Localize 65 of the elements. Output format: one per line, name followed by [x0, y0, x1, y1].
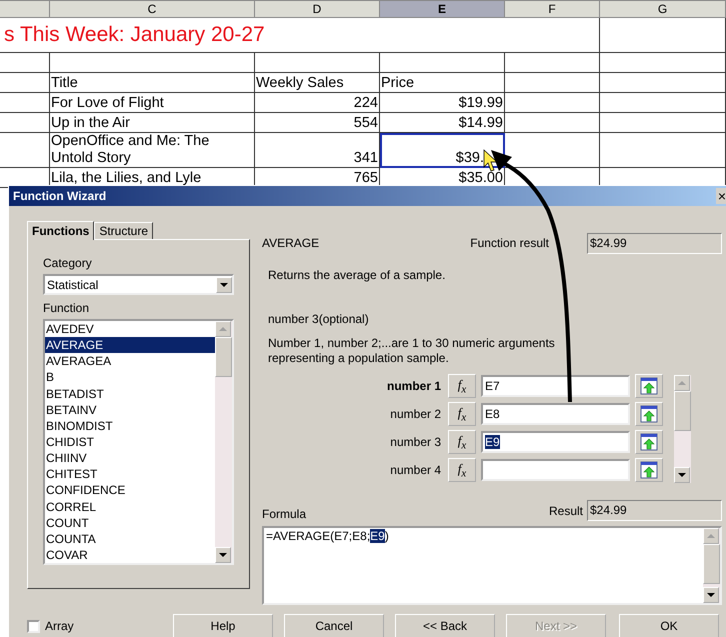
column-header[interactable]: C — [50, 0, 255, 18]
table-cell: For Love of Flight — [50, 93, 255, 113]
list-item[interactable]: CORREL — [45, 498, 215, 515]
window-title: Function Wizard — [13, 189, 106, 203]
tab[interactable]: Functions — [27, 221, 94, 240]
table-cell: OpenOffice and Me: The Untold Story — [50, 133, 255, 168]
table-cell[interactable]: Price — [380, 73, 505, 93]
list-item[interactable]: AVEDEV — [45, 321, 215, 338]
field-label: Result — [548, 504, 583, 518]
result-field: $24.99 — [587, 232, 722, 254]
list-item[interactable]: CONFIDENCE — [45, 482, 215, 499]
dialog-button[interactable]: << Back — [395, 614, 495, 637]
input-field[interactable]: E7 — [481, 375, 630, 397]
close-button[interactable]: × — [716, 188, 726, 204]
sheet-title: s This Week: January 20-27 — [4, 23, 265, 47]
column-header[interactable]: D — [255, 0, 380, 18]
list-item[interactable]: BETAINV — [45, 402, 215, 418]
list-item[interactable]: B — [45, 369, 215, 386]
column-header[interactable]: F — [505, 0, 600, 18]
tab[interactable]: Structure — [94, 222, 154, 239]
list-item[interactable]: COVAR — [45, 546, 215, 564]
function-button[interactable]: f$_{x}$ — [448, 374, 476, 398]
argument-label: number 1 — [386, 379, 442, 393]
list-item[interactable]: BINOMDIST — [45, 418, 215, 434]
function-button[interactable]: f$_{x}$ — [448, 458, 476, 482]
description-text: Number 1, number 2;...are 1 to 30 numeric arguments representing a population sample. — [268, 336, 556, 366]
table-cell: 554 — [255, 113, 380, 133]
list-item[interactable]: BETADIST — [45, 386, 215, 402]
field-label: Category — [43, 256, 93, 270]
field-label: Function — [43, 301, 90, 315]
field-label: Function result — [470, 236, 549, 250]
table-cell: 341 — [255, 133, 380, 168]
table-cell[interactable]: $14.99 — [380, 113, 505, 133]
argument-name: number 3(optional) — [268, 312, 370, 326]
list-item[interactable]: AVERAGE — [45, 337, 215, 354]
function-button[interactable]: f$_{x}$ — [448, 402, 476, 426]
argument-label: number 3 — [389, 435, 442, 449]
category-dropdown[interactable]: Statistical — [43, 274, 234, 295]
function-name: AVERAGE — [262, 236, 320, 250]
function-button[interactable]: f$_{x}$ — [448, 430, 476, 454]
table-cell[interactable]: $19.99 — [380, 93, 505, 113]
list-item[interactable]: CHITEST — [45, 466, 215, 482]
list-item[interactable]: CHIINV — [45, 450, 215, 466]
table-cell: Title — [50, 73, 255, 93]
field-label: Formula — [262, 507, 306, 521]
column-header[interactable]: G — [600, 0, 726, 18]
list-item[interactable]: AVERAGEA — [45, 353, 215, 370]
result-field: $24.99 — [587, 500, 722, 521]
input-field[interactable]: E8 — [481, 403, 630, 425]
description-text: Returns the average of a sample. — [268, 268, 446, 282]
table-cell: Weekly Sales — [255, 73, 380, 93]
checkbox-label[interactable]: Array — [45, 619, 74, 633]
dialog-button[interactable]: OK — [619, 614, 719, 637]
table-cell: Up in the Air — [50, 113, 255, 133]
list-item[interactable]: COUNTA — [45, 530, 215, 547]
list-item[interactable]: CHIDIST — [45, 434, 215, 450]
column-header[interactable]: E — [380, 0, 505, 18]
argument-label: number 2 — [389, 407, 442, 421]
table-cell[interactable]: $39. — [380, 133, 505, 168]
list-item[interactable]: COUNT — [45, 514, 215, 531]
input-field[interactable]: E9 — [481, 431, 630, 453]
dialog-button[interactable]: Help — [173, 614, 273, 637]
argument-label: number 4 — [389, 463, 442, 477]
table-cell: 224 — [255, 93, 380, 113]
dialog-button[interactable]: Cancel — [284, 614, 384, 637]
